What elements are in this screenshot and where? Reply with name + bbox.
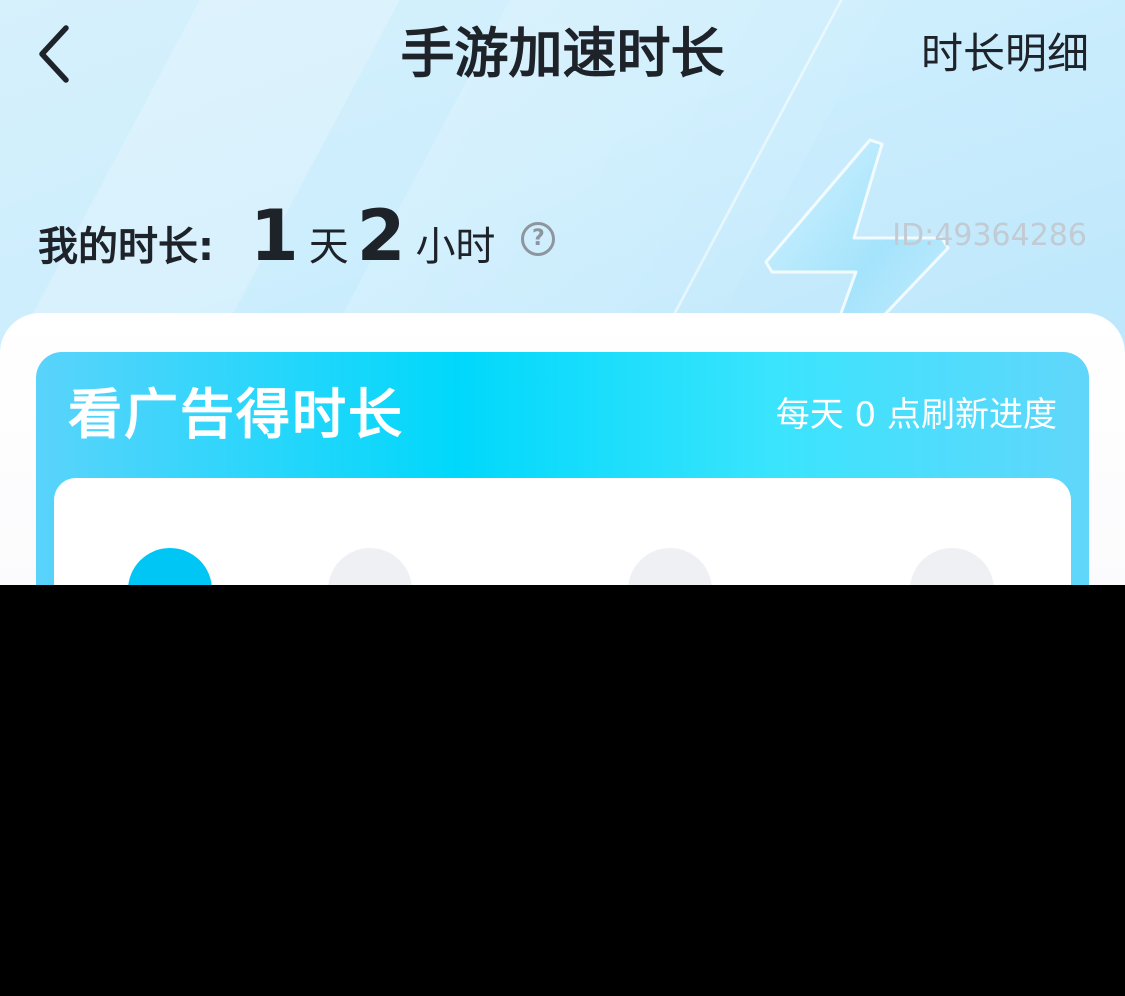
duration-detail-link[interactable]: 时长明细 bbox=[921, 26, 1089, 82]
ad-progress-panel bbox=[54, 478, 1071, 585]
my-duration: 我的时长: 1 天 2 小时 ? bbox=[38, 195, 556, 277]
progress-step[interactable] bbox=[128, 548, 212, 585]
duration-label: 我的时长: bbox=[38, 224, 214, 270]
user-id: ID:49364286 bbox=[892, 218, 1087, 253]
app-view: 手游加速时长 时长明细 我的时长: 1 天 2 小时 ? ID:49364286… bbox=[0, 0, 1125, 585]
duration-hours-value: 2 bbox=[356, 195, 406, 277]
back-button[interactable] bbox=[30, 22, 76, 86]
progress-step[interactable] bbox=[628, 548, 712, 585]
screen: 手游加速时长 时长明细 我的时长: 1 天 2 小时 ? ID:49364286… bbox=[0, 0, 1125, 996]
duration-hours-unit: 小时 bbox=[415, 224, 496, 270]
question-circle-icon[interactable]: ? bbox=[521, 222, 556, 256]
duration-days-value: 1 bbox=[250, 195, 299, 277]
ad-refresh-note: 每天 0 点刷新进度 bbox=[775, 395, 1057, 435]
progress-step[interactable] bbox=[910, 548, 994, 585]
ad-card-title: 看广告得时长 bbox=[68, 383, 404, 446]
redacted-area bbox=[0, 585, 1125, 996]
watch-ad-card: 看广告得时长 每天 0 点刷新进度 bbox=[36, 352, 1089, 585]
duration-days-unit: 天 bbox=[308, 224, 349, 270]
chevron-left-icon bbox=[39, 25, 69, 83]
progress-step[interactable] bbox=[328, 548, 412, 585]
